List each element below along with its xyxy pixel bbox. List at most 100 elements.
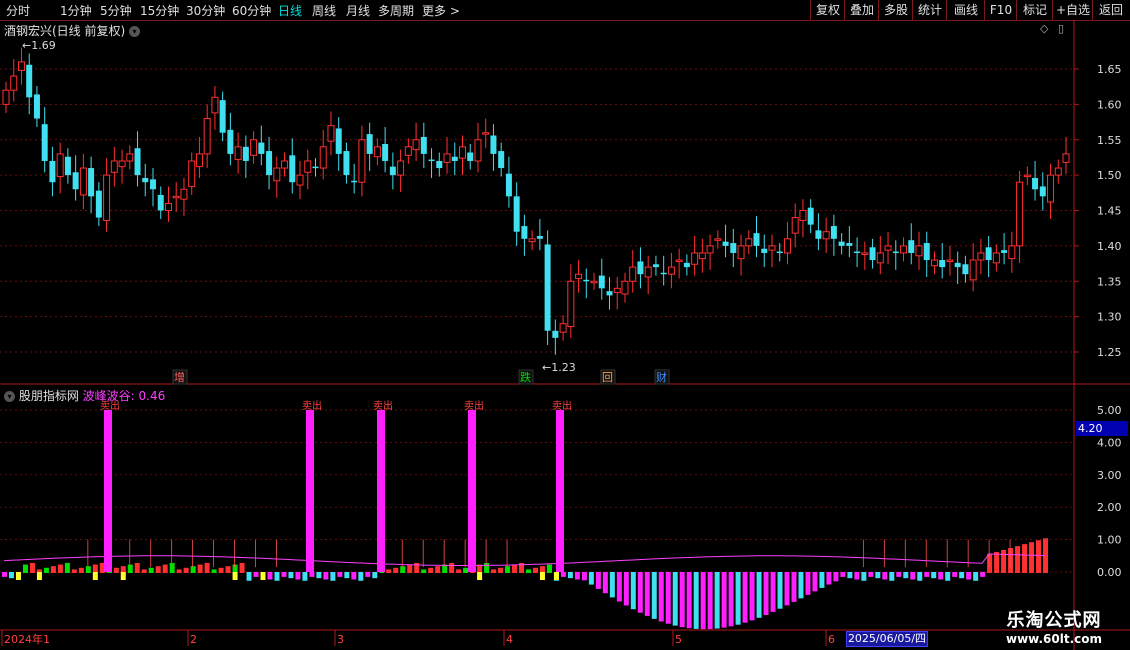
candle-body-up: [698, 252, 706, 260]
candle-body-down: [544, 244, 551, 331]
date-label: 2024年1: [4, 632, 50, 646]
cursor-date: 2025/06/05/四: [846, 631, 928, 647]
main-chart-title: 酒钢宏兴(日线 前复权) ▾: [4, 22, 141, 39]
candle-body-down: [536, 235, 543, 239]
candle-body-down: [33, 94, 40, 119]
indicator-bar: [218, 567, 224, 573]
indicator-spike: [556, 410, 564, 572]
candle-body-up: [900, 245, 908, 254]
indicator-tick-label: 0.00: [1097, 566, 1122, 579]
candle-body-down: [846, 243, 853, 246]
candle-body-up: [621, 280, 629, 295]
indicator-bar: [113, 567, 119, 573]
candle-body-up: [273, 167, 281, 182]
indicator-bar: [491, 569, 497, 573]
indicator-bar-yellow: [553, 572, 559, 580]
candle-body-up: [56, 153, 64, 178]
indicator-bar: [330, 572, 336, 581]
watermark: 乐淘公式网 www.60lt.com: [984, 606, 1124, 646]
indicator-bar: [693, 572, 699, 629]
candle-body-up: [737, 245, 745, 260]
indicator-bar: [197, 564, 203, 573]
indicator-spike: [377, 410, 385, 572]
indicator-bar: [735, 572, 741, 625]
indicator-bar: [232, 564, 238, 573]
candle-body-down: [892, 251, 899, 254]
chevron-down-icon[interactable]: ▾: [4, 391, 15, 402]
candle-body-down: [157, 194, 164, 211]
spike-label: 卖出: [464, 399, 484, 412]
candle-body-up: [458, 146, 466, 159]
candle-body-down: [498, 151, 505, 169]
indicator-bar: [770, 572, 776, 612]
chart-canvas[interactable]: 1.65 1.60 1.55 1.50 1.45 1.40 1.35 1.30 1.25 5.00…: [0, 0, 1130, 650]
indicator-bar: [763, 572, 769, 615]
candle-body-up: [876, 252, 884, 264]
candle-body-down: [428, 159, 435, 162]
indicator-bar: [2, 572, 7, 577]
candle-body-up: [1054, 167, 1062, 176]
spike-label: 卖出: [552, 399, 572, 412]
candle-body-down: [1001, 250, 1008, 253]
indicator-bar: [127, 564, 133, 573]
date-label: 6: [828, 633, 835, 646]
diamond-icon[interactable]: ◇: [1040, 22, 1048, 35]
candle-body-down: [923, 243, 930, 261]
indicator-bar: [351, 572, 357, 580]
indicator-bar: [889, 572, 895, 581]
indicator-bar: [169, 562, 175, 573]
candle-body-down: [815, 230, 822, 239]
date-label: 4: [506, 633, 513, 646]
candle-body-up: [110, 160, 118, 173]
indicator-bar: [358, 572, 364, 581]
candle-body-down: [660, 272, 667, 275]
candle-body-down: [1032, 177, 1039, 190]
indicator-bar: [910, 572, 916, 580]
candle-body-down: [95, 190, 102, 218]
indicator-bar: [8, 572, 14, 579]
indicator-source: 股朋指标网: [18, 389, 79, 403]
candle-body-up: [412, 139, 420, 151]
candle-body-up: [1016, 181, 1024, 247]
indicator-bar: [463, 567, 469, 573]
candle-body-down: [490, 135, 497, 154]
indicator-bar-yellow: [120, 572, 126, 580]
indicator-spike: [104, 410, 112, 572]
candle-body-down: [266, 151, 273, 176]
indicator-bar: [316, 572, 322, 579]
indicator-bar: [931, 572, 937, 579]
indicator-bar: [588, 572, 594, 585]
candle-body-up: [281, 160, 289, 169]
candle-body-down: [939, 260, 946, 268]
indicator-bar: [365, 572, 371, 577]
indicator-bar: [323, 572, 329, 580]
indicator-bar: [833, 572, 839, 582]
panel-toggle-icon[interactable]: ▯: [1058, 22, 1064, 35]
candle-body-up: [915, 245, 923, 257]
indicator-signal-line: [3, 553, 1046, 566]
candle-body-up: [791, 217, 799, 234]
candle-body-up: [79, 167, 87, 196]
indicator-bar: [526, 569, 531, 573]
candle-body-down: [962, 264, 969, 275]
candle-body-up: [706, 245, 714, 254]
indicator-bar: [700, 572, 706, 630]
indicator-bar: [162, 564, 168, 573]
candle-body-down: [134, 148, 141, 176]
chevron-down-icon[interactable]: ▾: [129, 26, 141, 37]
candle-body-up: [10, 75, 18, 91]
event-marker-label: 回: [602, 371, 613, 384]
candle-body-down: [908, 240, 915, 253]
indicator-bar: [288, 572, 294, 579]
indicator-bar: [966, 572, 972, 580]
candle-body-down: [88, 168, 95, 197]
indicator-bar-yellow: [232, 572, 238, 580]
candle-body-down: [637, 261, 644, 275]
indicator-bar: [679, 572, 685, 628]
candle-body-up: [1023, 174, 1031, 178]
indicator-bar: [57, 564, 63, 573]
watermark-title: 乐淘公式网: [1006, 610, 1102, 631]
indicator-bar: [1008, 548, 1014, 573]
candle-body-down: [722, 241, 729, 246]
indicator-bar: [812, 572, 818, 592]
